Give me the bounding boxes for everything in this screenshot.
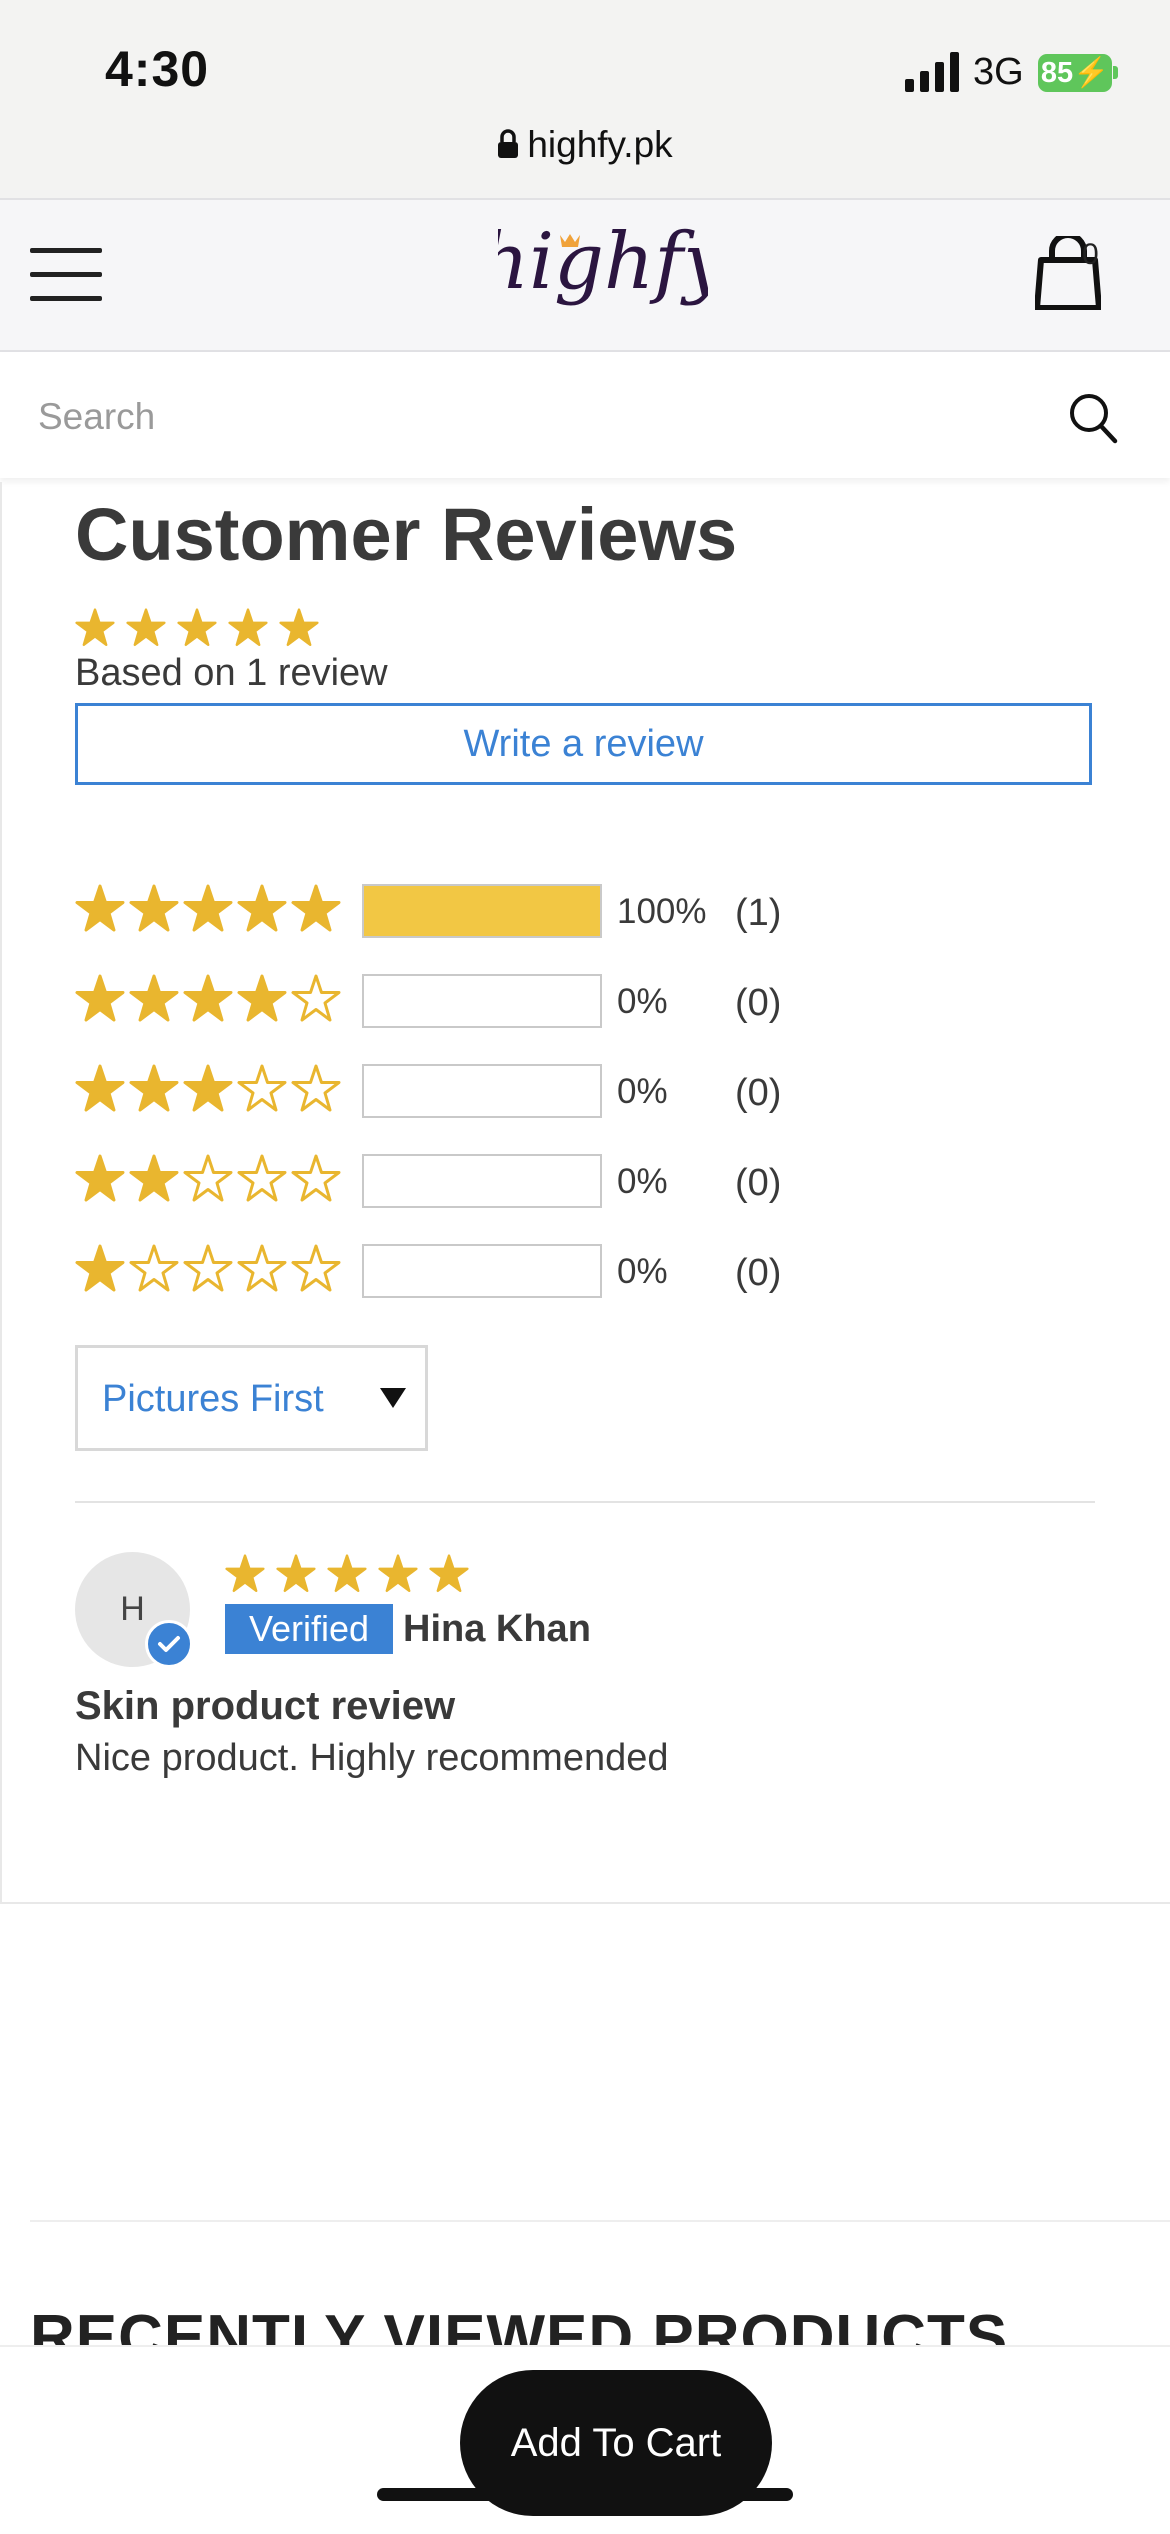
caret-down-icon <box>380 1388 406 1408</box>
home-indicator <box>377 2488 793 2501</box>
star-empty-icon <box>237 1064 287 1112</box>
star-filled-icon <box>279 608 319 646</box>
star-empty-icon <box>237 1244 287 1292</box>
star-filled-icon <box>183 974 233 1022</box>
url-text: highfy.pk <box>527 124 673 165</box>
lock-icon <box>498 129 519 158</box>
star-empty-icon <box>291 1244 341 1292</box>
rating-percent: 100% <box>617 892 707 931</box>
star-filled-icon <box>129 1154 179 1202</box>
review-body: Nice product. Highly recommended <box>75 1737 669 1779</box>
rating-bar <box>362 1244 602 1298</box>
rating-count: (0) <box>735 1072 782 1114</box>
rating-stars <box>75 1154 345 1206</box>
star-filled-icon <box>129 1064 179 1112</box>
battery-tip <box>1113 66 1118 79</box>
star-empty-icon <box>291 974 341 1022</box>
star-filled-icon <box>75 974 125 1022</box>
star-filled-icon <box>183 884 233 932</box>
star-filled-icon <box>183 1064 233 1112</box>
rating-count: (0) <box>735 1162 782 1204</box>
sort-selected-value: Pictures First <box>102 1378 324 1420</box>
average-rating-stars <box>75 608 330 648</box>
battery-level: 85 <box>1040 57 1074 89</box>
rating-row-3[interactable]: 0% (0) <box>75 1060 1075 1120</box>
rating-percent: 0% <box>617 1072 668 1111</box>
rating-percent: 0% <box>617 1162 668 1201</box>
star-filled-icon <box>75 884 125 932</box>
rating-count: (1) <box>735 892 782 934</box>
reviewer-name: Hina Khan <box>403 1608 591 1650</box>
star-filled-icon <box>276 1554 316 1592</box>
star-filled-icon <box>126 608 166 646</box>
rating-row-5[interactable]: 100% (1) <box>75 880 1075 940</box>
hamburger-menu-icon[interactable] <box>30 248 102 302</box>
rating-stars <box>75 1064 345 1116</box>
search-icon[interactable] <box>1068 392 1118 444</box>
rating-count: (0) <box>735 982 782 1024</box>
star-filled-icon <box>327 1554 367 1592</box>
verified-check-icon <box>145 1620 193 1668</box>
star-filled-icon <box>177 608 217 646</box>
star-empty-icon <box>237 1154 287 1202</box>
star-filled-icon <box>129 974 179 1022</box>
star-filled-icon <box>429 1554 469 1592</box>
recently-viewed-heading: RECENTLY VIEWED PRODUCTS <box>30 2303 1009 2346</box>
battery-indicator: 85⚡ <box>1038 54 1112 92</box>
url-bar[interactable]: highfy.pk <box>0 124 1170 166</box>
search-input[interactable] <box>36 392 1020 442</box>
rating-bar <box>362 884 602 938</box>
rating-stars <box>75 1244 345 1296</box>
star-filled-icon <box>75 608 115 646</box>
star-filled-icon <box>75 1244 125 1292</box>
star-filled-icon <box>291 884 341 932</box>
section-divider <box>30 2220 1170 2222</box>
rating-row-1[interactable]: 0% (0) <box>75 1240 1075 1300</box>
write-review-button[interactable]: Write a review <box>75 703 1092 785</box>
star-filled-icon <box>378 1554 418 1592</box>
rating-bar-fill <box>364 886 600 936</box>
review-count-summary: Based on 1 review <box>75 652 388 694</box>
star-filled-icon <box>75 1154 125 1202</box>
rating-row-4[interactable]: 0% (0) <box>75 970 1075 1030</box>
signal-icon <box>905 52 959 92</box>
star-empty-icon <box>291 1064 341 1112</box>
rating-percent: 0% <box>617 1252 668 1291</box>
verified-badge: Verified <box>225 1604 393 1654</box>
star-empty-icon <box>291 1154 341 1202</box>
rating-percent: 0% <box>617 982 668 1021</box>
star-empty-icon <box>183 1154 233 1202</box>
rating-stars <box>75 974 345 1026</box>
cart-count: 0 <box>1082 238 1099 271</box>
svg-text:highfy: highfy <box>498 217 708 307</box>
rating-count: (0) <box>735 1252 782 1294</box>
highfy-logo[interactable]: highfy <box>498 208 708 328</box>
star-empty-icon <box>183 1244 233 1292</box>
rating-stars <box>75 884 345 936</box>
status-bar <box>0 0 1170 198</box>
star-filled-icon <box>225 1554 265 1592</box>
star-filled-icon <box>75 1064 125 1112</box>
network-type: 3G <box>973 51 1024 93</box>
star-filled-icon <box>237 884 287 932</box>
star-filled-icon <box>237 974 287 1022</box>
rating-bar <box>362 1064 602 1118</box>
reviews-title: Customer Reviews <box>75 493 738 576</box>
divider <box>75 1501 1095 1503</box>
star-empty-icon <box>129 1244 179 1292</box>
status-time: 4:30 <box>105 41 210 97</box>
star-filled-icon <box>129 884 179 932</box>
review-rating-stars <box>225 1554 480 1594</box>
rating-row-2[interactable]: 0% (0) <box>75 1150 1075 1210</box>
rating-bar <box>362 974 602 1028</box>
star-filled-icon <box>228 608 268 646</box>
rating-bar <box>362 1154 602 1208</box>
review-title: Skin product review <box>75 1684 456 1728</box>
